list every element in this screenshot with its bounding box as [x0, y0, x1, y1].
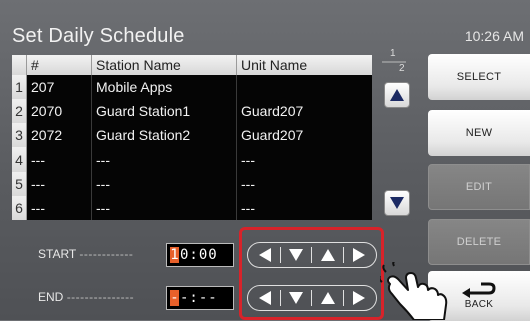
end-label-text: END	[38, 290, 64, 304]
row-station: ---	[91, 147, 237, 172]
start-label: START ------------	[38, 247, 133, 261]
row-index: 6	[12, 195, 27, 220]
row-unit: ---	[236, 171, 372, 196]
page-total: 2	[399, 63, 405, 74]
row-station: Guard Station2	[91, 123, 237, 148]
row-station: Mobile Apps	[91, 75, 237, 100]
row-index: 3	[12, 123, 27, 148]
row-index: 4	[12, 147, 27, 172]
new-button[interactable]: NEW	[428, 110, 530, 156]
end-time-value: -:--	[180, 290, 218, 306]
edit-button[interactable]: EDIT	[428, 164, 530, 210]
page-title: Set Daily Schedule	[12, 25, 185, 47]
row-unit: Guard207	[236, 123, 372, 148]
triangle-up-icon	[390, 89, 404, 101]
scroll-up-button[interactable]	[384, 82, 410, 108]
table-row[interactable]: 5 --- --- ---	[12, 171, 372, 196]
row-number: 207	[26, 75, 92, 100]
scroll-down-button[interactable]	[384, 190, 410, 216]
start-time-cursor: 1	[170, 247, 179, 263]
start-time-value: 0:00	[180, 247, 218, 263]
row-station: ---	[91, 171, 237, 196]
row-unit: ---	[236, 147, 372, 172]
back-label: BACK	[464, 299, 494, 310]
station-table: # Station Name Unit Name 1 207 Mobile Ap…	[12, 55, 372, 220]
table-header: # Station Name Unit Name	[12, 55, 372, 75]
row-unit	[236, 75, 372, 100]
triangle-down-icon	[390, 197, 404, 209]
row-index: 2	[12, 99, 27, 124]
row-unit: ---	[236, 195, 372, 220]
column-header-station: Station Name	[91, 55, 237, 75]
end-label: END ---------------	[38, 290, 134, 304]
index-header	[12, 55, 27, 75]
row-number: ---	[26, 195, 92, 220]
row-number: ---	[26, 147, 92, 172]
row-index: 5	[12, 171, 27, 196]
start-label-text: START	[38, 247, 77, 261]
page-indicator: 1 2	[380, 48, 410, 78]
column-header-unit: Unit Name	[236, 55, 372, 75]
table-row[interactable]: 4 --- --- ---	[12, 147, 372, 172]
column-header-number: #	[26, 55, 92, 75]
row-number: 2070	[26, 99, 92, 124]
return-arrow-icon	[462, 282, 496, 298]
table-row[interactable]: 6 --- --- ---	[12, 195, 372, 220]
table-row[interactable]: 1 207 Mobile Apps	[12, 75, 372, 100]
highlight-box	[239, 227, 384, 320]
delete-button[interactable]: DELETE	[428, 219, 530, 265]
row-unit: Guard207	[236, 99, 372, 124]
clock: 10:26 AM	[464, 28, 524, 44]
tap-hand-icon	[380, 262, 448, 320]
row-station: Guard Station1	[91, 99, 237, 124]
row-number: 2072	[26, 123, 92, 148]
table-row[interactable]: 3 2072 Guard Station2 Guard207	[12, 123, 372, 148]
row-number: ---	[26, 171, 92, 196]
table-row[interactable]: 2 2070 Guard Station1 Guard207	[12, 99, 372, 124]
end-dashes: ---------------	[66, 290, 135, 304]
end-time-field[interactable]: - -:--	[166, 286, 234, 310]
page-current: 1	[390, 48, 396, 59]
start-time-field[interactable]: 1 0:00	[166, 243, 234, 267]
end-time-cursor: -	[170, 290, 179, 306]
start-dashes: ------------	[79, 247, 134, 261]
row-index: 1	[12, 75, 27, 100]
row-station: ---	[91, 195, 237, 220]
select-button[interactable]: SELECT	[428, 54, 530, 100]
